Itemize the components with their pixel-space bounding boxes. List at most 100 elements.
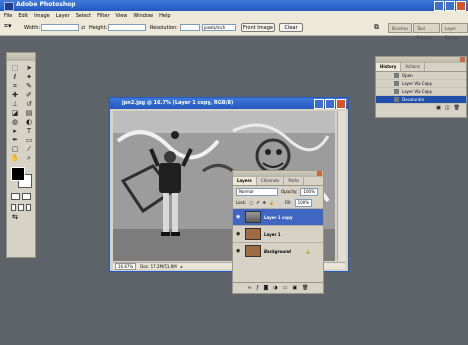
layer-style-icon[interactable]: ƒ: [257, 285, 259, 291]
menu-window[interactable]: Window: [133, 13, 153, 19]
height-input[interactable]: [108, 24, 146, 31]
screen-mode-full-menu-icon[interactable]: [18, 204, 24, 211]
document-maximize-button[interactable]: [325, 99, 335, 109]
shape-tool-icon[interactable]: ▭: [23, 136, 35, 144]
menu-image[interactable]: Image: [34, 13, 50, 19]
blur-tool-icon[interactable]: ◍: [9, 118, 21, 126]
document-close-button[interactable]: [336, 99, 346, 109]
tab-paths[interactable]: Paths: [284, 177, 305, 185]
new-layer-icon[interactable]: ▣: [292, 285, 297, 291]
screen-mode-full-icon[interactable]: [25, 204, 31, 211]
standard-mode-icon[interactable]: [11, 193, 20, 200]
new-snapshot-icon[interactable]: ◫: [445, 105, 450, 111]
history-step-icon: [394, 89, 399, 94]
well-tab-tool-presets[interactable]: Tool Presets: [413, 23, 440, 40]
tab-layers[interactable]: Layers: [233, 177, 257, 185]
new-group-icon[interactable]: ▭: [283, 285, 288, 291]
lock-position-icon[interactable]: ✥: [263, 200, 266, 205]
opacity-input[interactable]: 100%: [300, 187, 318, 196]
magic-wand-icon[interactable]: ✦: [23, 73, 35, 81]
tab-history[interactable]: History: [376, 63, 402, 71]
palette-well-icon[interactable]: ⧉: [374, 23, 379, 32]
new-document-icon[interactable]: ▣: [436, 105, 441, 111]
slice-tool-icon[interactable]: ✎: [23, 82, 35, 90]
eye-icon[interactable]: ◉: [236, 214, 242, 220]
close-icon[interactable]: [460, 57, 465, 62]
menu-help[interactable]: Help: [159, 13, 170, 19]
status-menu-icon[interactable]: ▸: [181, 263, 183, 269]
history-palette-header[interactable]: [376, 57, 466, 63]
crop-tool-icon[interactable]: ⌗▾: [4, 22, 11, 31]
swap-icon[interactable]: ⇄: [81, 25, 85, 31]
units-select[interactable]: pixels/inch: [202, 24, 236, 31]
marquee-tool-icon[interactable]: ⬚: [9, 64, 21, 72]
history-item-selected[interactable]: Desaturate: [376, 96, 466, 104]
tab-channels[interactable]: Channels: [257, 177, 285, 185]
document-title-bar[interactable]: jpn2.jpg @ 16.7% (Layer 1 copy, RGB/8): [110, 98, 348, 109]
eye-icon[interactable]: ◉: [236, 248, 242, 254]
lock-transparent-icon[interactable]: ▢: [249, 200, 253, 205]
history-item[interactable]: Layer Via Copy: [376, 80, 466, 88]
close-icon[interactable]: [317, 171, 322, 176]
layer-row[interactable]: ◉ Layer 1: [233, 225, 323, 242]
close-button[interactable]: [456, 1, 466, 11]
opacity-label: Opacity:: [281, 189, 298, 194]
document-vertical-scrollbar[interactable]: [337, 111, 346, 261]
resolution-input[interactable]: [180, 24, 200, 31]
history-brush-icon[interactable]: ↺: [23, 100, 35, 108]
front-image-button[interactable]: Front Image: [241, 23, 275, 32]
notes-tool-icon[interactable]: ▢: [9, 145, 21, 153]
crop-tool-icon[interactable]: ⌗: [9, 82, 21, 90]
dodge-tool-icon[interactable]: ◐: [23, 118, 35, 126]
well-tab-layer-comps[interactable]: Layer Comps: [441, 23, 468, 40]
foreground-color-swatch[interactable]: [11, 167, 25, 181]
fill-input[interactable]: 100%: [294, 198, 313, 207]
width-input[interactable]: [41, 24, 79, 31]
eye-icon[interactable]: ◉: [236, 231, 242, 237]
lasso-tool-icon[interactable]: ℓ: [9, 73, 21, 81]
zoom-level[interactable]: 16.67%: [115, 263, 137, 270]
history-item[interactable]: Open: [376, 72, 466, 80]
menu-file[interactable]: File: [4, 13, 12, 19]
clone-stamp-icon[interactable]: ⊥: [9, 100, 21, 108]
brush-tool-icon[interactable]: ✐: [23, 91, 35, 99]
move-tool-icon[interactable]: ➤: [23, 64, 35, 72]
eyedropper-icon[interactable]: ⁄: [23, 145, 35, 153]
menu-layer[interactable]: Layer: [56, 13, 70, 19]
history-item[interactable]: Layer Via Copy: [376, 88, 466, 96]
adjustment-layer-icon[interactable]: ◑: [273, 285, 277, 291]
eraser-tool-icon[interactable]: ◪: [9, 109, 21, 117]
minimize-button[interactable]: [434, 1, 444, 11]
healing-brush-icon[interactable]: ✚: [9, 91, 21, 99]
layer-row[interactable]: ◉ Background 🔒: [233, 242, 323, 259]
menu-edit[interactable]: Edit: [18, 13, 28, 19]
type-tool-icon[interactable]: T: [23, 127, 35, 135]
menu-select[interactable]: Select: [76, 13, 91, 19]
layers-palette-header[interactable]: [233, 171, 323, 177]
layer-row[interactable]: ◉ Layer 1 copy: [233, 208, 323, 225]
pen-tool-icon[interactable]: ✒: [9, 136, 21, 144]
quick-mask-mode-icon[interactable]: [22, 193, 31, 200]
lock-image-icon[interactable]: ✐: [256, 200, 259, 205]
gradient-tool-icon[interactable]: ▤: [23, 109, 35, 117]
delete-icon[interactable]: 🗑: [454, 105, 460, 111]
delete-layer-icon[interactable]: 🗑: [302, 285, 308, 291]
zoom-tool-icon[interactable]: ⌕: [23, 154, 35, 162]
well-tab-brushes[interactable]: Brushes: [388, 23, 412, 33]
menu-filter[interactable]: Filter: [97, 13, 109, 19]
lock-all-icon[interactable]: 🔒: [269, 200, 274, 205]
hand-tool-icon[interactable]: ✋: [9, 154, 21, 162]
tab-actions[interactable]: Actions: [401, 63, 425, 71]
maximize-button[interactable]: [445, 1, 455, 11]
toolbox-header[interactable]: [7, 53, 35, 61]
path-select-icon[interactable]: ▸: [9, 127, 21, 135]
document-minimize-button[interactable]: [314, 99, 324, 109]
jump-to-imageready-icon[interactable]: ⇆: [7, 213, 35, 221]
screen-mode-standard-icon[interactable]: [11, 204, 17, 211]
layer-mask-icon[interactable]: ◙: [263, 285, 268, 291]
history-item-label: Layer Via Copy: [402, 81, 433, 86]
blend-mode-select[interactable]: Normal: [236, 187, 278, 196]
link-layers-icon[interactable]: ∞: [248, 285, 252, 291]
clear-button[interactable]: Clear: [279, 23, 303, 32]
menu-view[interactable]: View: [116, 13, 128, 19]
